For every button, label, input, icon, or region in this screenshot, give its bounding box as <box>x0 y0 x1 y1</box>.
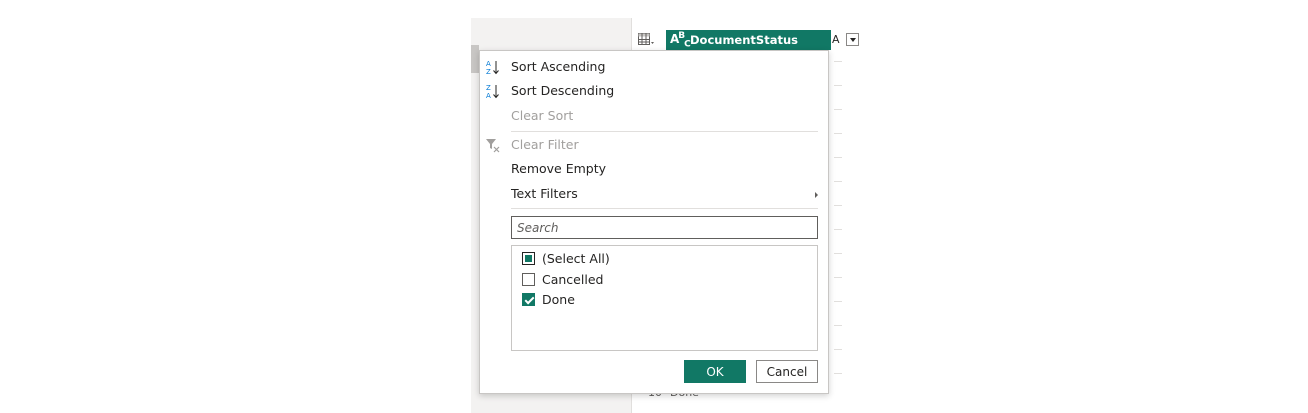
column-header-document-status[interactable]: ABC DocumentStatus <box>666 30 859 50</box>
list-item-label: Cancelled <box>542 272 604 287</box>
grid-row-edge <box>834 253 842 254</box>
checkbox-cancelled[interactable] <box>522 273 535 286</box>
grid-row-edges <box>834 51 842 391</box>
svg-text:Z: Z <box>486 84 491 92</box>
sort-ascending-icon: A Z <box>485 59 501 76</box>
ok-button[interactable]: OK <box>684 360 746 383</box>
grid-row-edge <box>834 133 842 134</box>
grid-row-edge <box>834 325 842 326</box>
text-type-glyph-sub: C <box>684 39 691 50</box>
menu-item-remove-empty[interactable]: Remove Empty <box>480 157 828 181</box>
menu-item-sort-ascending[interactable]: A Z Sort Ascending <box>480 55 828 79</box>
menu-item-sort-descending[interactable]: Z A Sort Descending <box>480 79 828 103</box>
table-icon[interactable] <box>638 33 655 46</box>
grid-row-edge <box>834 181 842 182</box>
text-type-icon: ABC <box>670 31 691 50</box>
menu-item-label: Clear Sort <box>511 108 574 123</box>
chevron-right-icon <box>815 192 818 198</box>
menu-item-label: Clear Filter <box>511 137 579 152</box>
chevron-down-icon[interactable] <box>846 33 859 46</box>
search-input[interactable] <box>511 216 818 239</box>
menu-item-label: Sort Ascending <box>511 59 606 74</box>
clear-filter-icon <box>485 137 501 153</box>
list-item-label: (Select All) <box>542 251 610 266</box>
grid-row-edge <box>834 373 842 374</box>
menu-item-label: Text Filters <box>511 186 578 201</box>
menu-item-clear-filter[interactable]: Clear Filter <box>480 133 828 157</box>
column-header: ABC DocumentStatus A <box>636 30 859 51</box>
checkbox-done[interactable] <box>522 293 535 306</box>
grid-row-edge <box>834 229 842 230</box>
next-column-header[interactable]: A <box>832 33 840 46</box>
sort-descending-icon: Z A <box>485 83 501 100</box>
checkbox-select-all[interactable] <box>522 252 535 265</box>
grid-row-edge <box>834 61 842 62</box>
svg-text:A: A <box>486 92 491 99</box>
menu-item-clear-sort[interactable]: Clear Sort <box>480 104 828 128</box>
menu-item-text-filters[interactable]: Text Filters <box>480 182 828 206</box>
list-item-label: Done <box>542 292 575 307</box>
column-filter-menu: A Z Sort Ascending Z A Sort Descending C… <box>479 50 829 394</box>
menu-separator <box>511 208 818 209</box>
menu-separator <box>511 131 818 132</box>
grid-row-edge <box>834 301 842 302</box>
grid-row-edge <box>834 205 842 206</box>
column-header-label: DocumentStatus <box>690 33 798 47</box>
grid-row-edge <box>834 349 842 350</box>
grid-row-edge <box>834 277 842 278</box>
menu-item-label: Sort Descending <box>511 83 615 98</box>
menu-item-label: Remove Empty <box>511 161 607 176</box>
grid-row-edge <box>834 157 842 158</box>
value-list: (Select All) Cancelled Done <box>511 245 818 351</box>
svg-text:A: A <box>486 60 491 68</box>
grid-row-edge <box>834 109 842 110</box>
background-scroll-strip <box>471 45 479 73</box>
cancel-button[interactable]: Cancel <box>756 360 818 383</box>
grid-row-edge <box>834 85 842 86</box>
svg-text:Z: Z <box>486 68 491 75</box>
